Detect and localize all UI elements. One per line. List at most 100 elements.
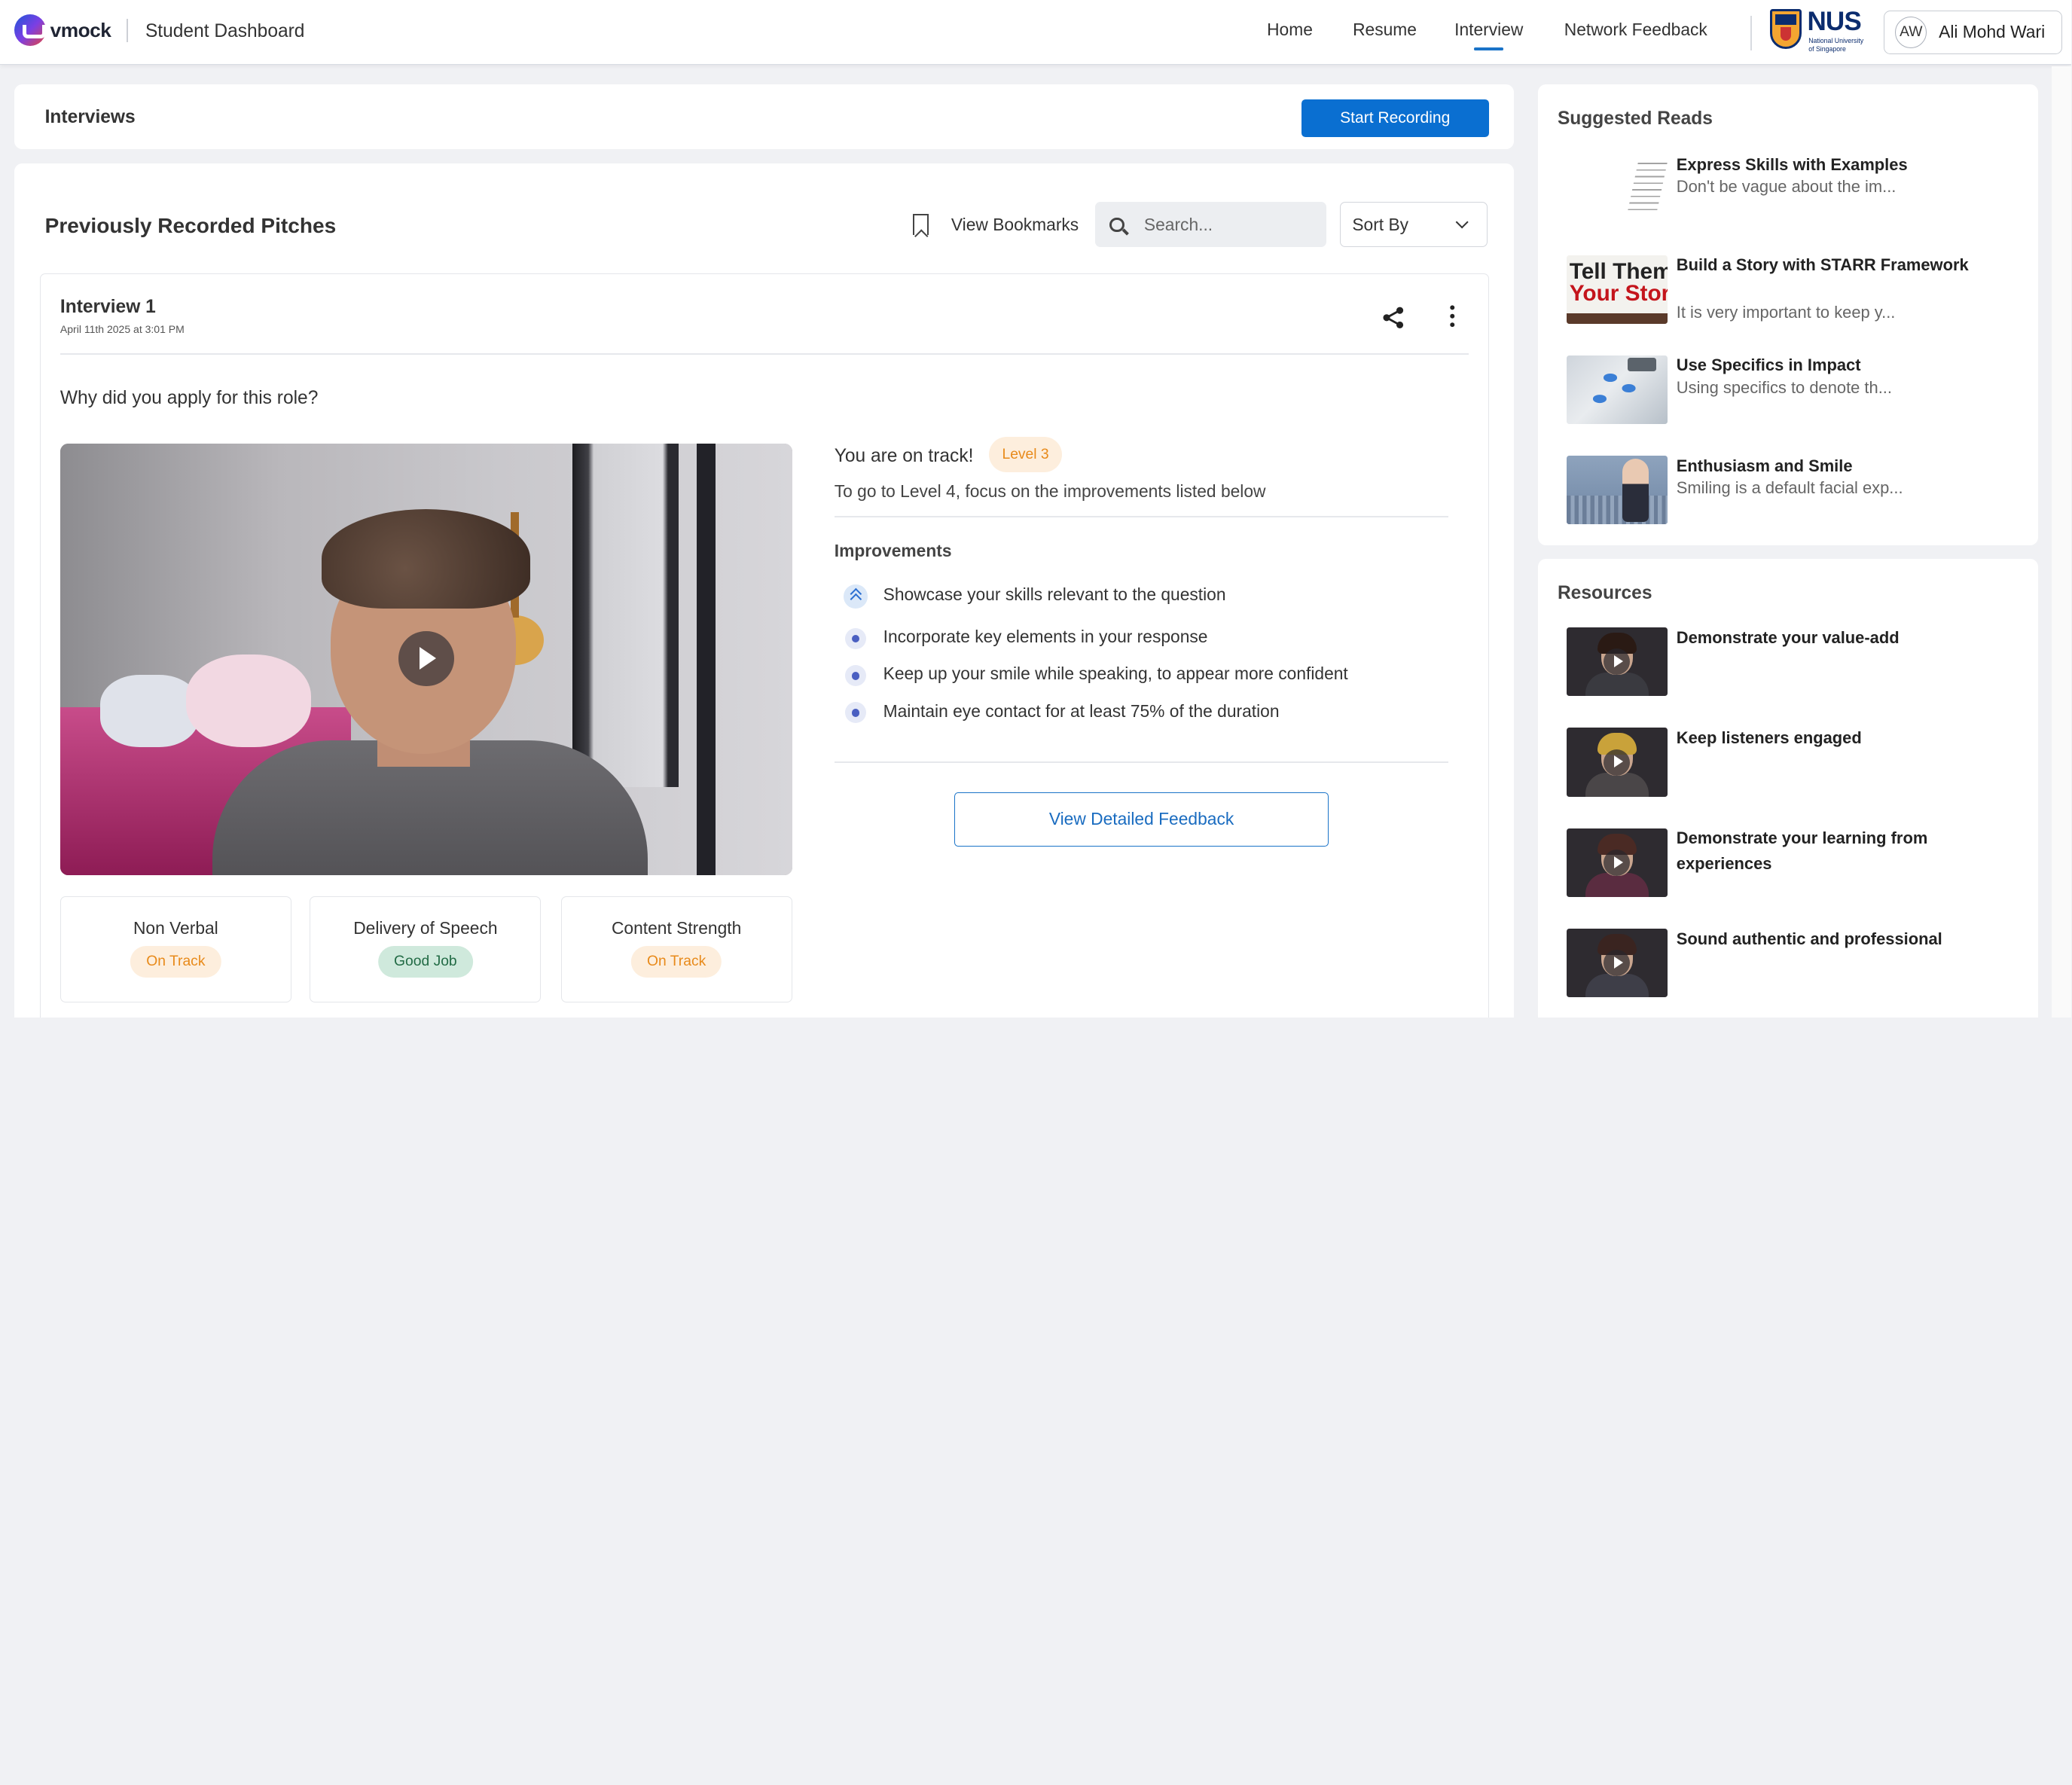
video-thumbnail [1567, 929, 1668, 998]
improvement-text: Incorporate key elements in your respons… [883, 627, 1208, 647]
metric-content-strength: Content Strength On Track [560, 896, 792, 1002]
resource-item[interactable]: Demonstrate your learning from experienc… [1567, 828, 2022, 897]
read-description: Smiling is a default facial exp... [1676, 478, 1903, 497]
divider [834, 516, 1449, 517]
app-title: Student Dashboard [145, 21, 305, 42]
video-frame [185, 654, 312, 747]
resources-title: Resources [1557, 582, 1652, 603]
suggested-reads-title: Suggested Reads [1557, 108, 1713, 129]
search-box [1095, 202, 1326, 247]
video-frame [99, 674, 200, 747]
article-thumbnail [1567, 456, 1668, 525]
metric-label: Non Verbal [133, 918, 218, 938]
read-description: Don't be vague about the im... [1676, 177, 1897, 197]
user-name: Ali Mohd Wari [1939, 22, 2046, 42]
sort-by-dropdown[interactable]: Sort By [1339, 202, 1488, 247]
read-description: It is very important to keep y... [1676, 302, 1896, 322]
sort-by-label: Sort By [1352, 214, 1409, 234]
resource-item[interactable]: Demonstrate your value-add [1567, 627, 2022, 697]
resource-title: Sound authentic and professional [1676, 929, 1942, 948]
status-badge: Good Job [378, 946, 473, 978]
improvement-item: Keep up your smile while speaking, to ap… [835, 658, 1449, 687]
improvements-title: Improvements [834, 541, 952, 561]
article-thumbnail [1567, 154, 1668, 224]
suggested-reads-card: Suggested Reads Express Skills with Exam… [1537, 84, 2039, 546]
play-icon [1604, 749, 1631, 776]
pitches-title: Previously Recorded Pitches [44, 214, 337, 238]
user-menu-button[interactable]: AW Ali Mohd Wari [1884, 11, 2062, 54]
university-crest-icon [1770, 9, 1802, 49]
resource-item[interactable]: Sound authentic and professional [1567, 929, 2022, 998]
read-item[interactable]: Use Specifics in Impact Using specifics … [1567, 355, 2022, 425]
priority-up-icon [844, 584, 868, 609]
metric-delivery-of-speech: Delivery of Speech Good Job [310, 896, 542, 1002]
play-icon[interactable] [398, 630, 454, 687]
read-description: Using specifics to denote th... [1676, 377, 1892, 397]
article-thumbnail: Tell Them Your Story [1567, 255, 1668, 324]
metrics-row: Non Verbal On Track Delivery of Speech G… [60, 896, 792, 1002]
logo-text: vmock [50, 18, 111, 41]
bullet-icon [844, 665, 866, 687]
interview-card: Interview 1 April 11th 2025 at 3:01 PM W… [39, 273, 1489, 1018]
improvement-item: Showcase your skills relevant to the que… [835, 578, 1449, 609]
nav-resume[interactable]: Resume [1353, 20, 1417, 40]
improvement-item: Maintain eye contact for at least 75% of… [835, 694, 1449, 724]
bookmark-icon [913, 214, 929, 236]
university-name: NUS [1807, 6, 1861, 36]
interview-date: April 11th 2025 at 3:01 PM [60, 322, 185, 335]
article-thumbnail [1567, 355, 1668, 425]
share-icon[interactable] [1381, 306, 1405, 330]
read-title: Enthusiasm and Smile [1676, 456, 1853, 475]
read-title: Build a Story with STARR Framework [1676, 255, 1969, 275]
resource-item[interactable]: Keep listeners engaged [1567, 728, 2022, 797]
thumbnail-text: Your Story [1569, 281, 1668, 307]
logo-divider [127, 18, 129, 43]
improvement-text: Keep up your smile while speaking, to ap… [883, 664, 1348, 684]
level-badge: Level 3 [988, 436, 1063, 473]
read-item[interactable]: Tell Them Your Story Build a Story with … [1567, 255, 2022, 324]
start-recording-button[interactable]: Start Recording [1301, 99, 1489, 138]
search-input[interactable] [1143, 214, 1303, 235]
video-thumbnail [1567, 627, 1668, 697]
vmock-logo[interactable]: vmock [14, 14, 129, 47]
thumbnail-text: Tell Them [1569, 258, 1668, 284]
app-root: vmock Student Dashboard Home Resume Inte… [0, 0, 2072, 1018]
goal-text: To go to Level 4, focus on the improveme… [834, 481, 1266, 502]
interviews-title: Interviews [44, 107, 136, 128]
video-thumbnail [1567, 828, 1668, 897]
divider [834, 761, 1449, 764]
read-item[interactable]: Express Skills with Examples Don't be va… [1567, 154, 2022, 224]
resource-title: Demonstrate your learning from experienc… [1676, 828, 1928, 873]
interviews-header-card: Interviews Start Recording [14, 84, 1515, 150]
track-status: You are on track! [834, 446, 974, 467]
video-frame [572, 443, 679, 787]
nav-home[interactable]: Home [1267, 20, 1313, 40]
metric-label: Content Strength [611, 918, 742, 938]
improvement-text: Showcase your skills relevant to the que… [883, 584, 1226, 605]
view-bookmarks-label: View Bookmarks [951, 214, 1079, 234]
more-options-icon[interactable] [1448, 304, 1457, 328]
read-title: Express Skills with Examples [1676, 154, 1908, 174]
video-thumbnail [1567, 728, 1668, 797]
vmock-logo-icon [14, 14, 47, 47]
chevron-down-icon [1455, 215, 1469, 229]
view-detailed-feedback-button[interactable]: View Detailed Feedback [954, 792, 1329, 847]
top-navbar: vmock Student Dashboard Home Resume Inte… [0, 0, 2072, 65]
avatar: AW [1895, 16, 1927, 49]
university-logo: NUS National University of Singapore [1770, 6, 1865, 53]
page-scrollbar[interactable] [2051, 66, 2072, 1018]
bullet-icon [844, 628, 866, 650]
nav-interview[interactable]: Interview [1454, 20, 1523, 51]
university-divider [1750, 16, 1752, 50]
nav-network-feedback[interactable]: Network Feedback [1564, 20, 1707, 40]
interview-question: Why did you apply for this role? [60, 387, 319, 408]
view-bookmarks-button[interactable]: View Bookmarks [913, 214, 1079, 236]
video-player[interactable] [60, 443, 792, 876]
read-item[interactable]: Enthusiasm and Smile Smiling is a defaul… [1567, 456, 2022, 525]
video-frame [322, 509, 531, 609]
improvement-item: Incorporate key elements in your respons… [835, 621, 1449, 650]
status-badge: On Track [630, 946, 722, 978]
search-icon [1109, 217, 1124, 232]
metric-non-verbal: Non Verbal On Track [60, 896, 291, 1002]
resource-title: Demonstrate your value-add [1676, 627, 1900, 647]
